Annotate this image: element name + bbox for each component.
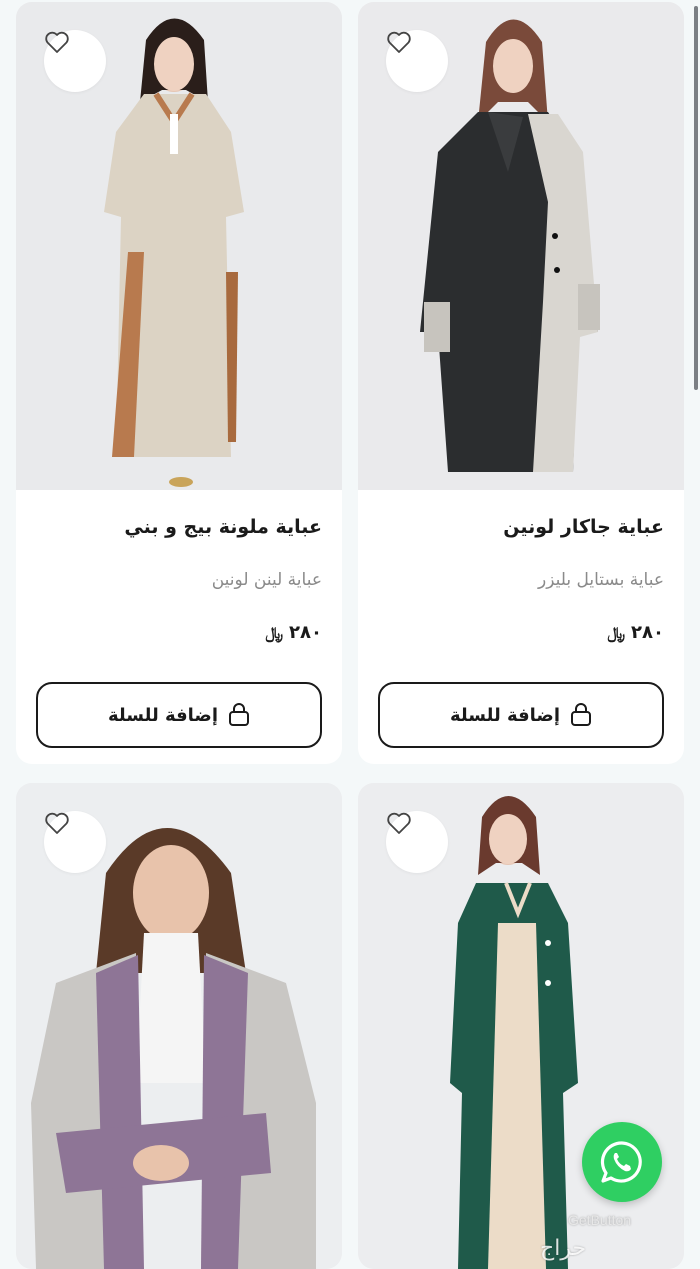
price-value: ٢٨٠ bbox=[631, 622, 664, 643]
favorite-button[interactable] bbox=[44, 30, 106, 92]
product-info: عباية جاكار لونين عباية بستايل بليزر ٢٨٠… bbox=[358, 490, 684, 764]
add-to-cart-button[interactable]: إضافة للسلة bbox=[378, 682, 664, 748]
shopping-bag-icon bbox=[571, 703, 591, 726]
shopping-bag-icon bbox=[229, 703, 249, 726]
currency-symbol: ﷼ bbox=[265, 622, 284, 642]
add-to-cart-label: إضافة للسلة bbox=[108, 704, 218, 726]
heart-outline-icon bbox=[45, 31, 69, 53]
favorite-button[interactable] bbox=[44, 811, 106, 873]
heart-outline-icon bbox=[387, 812, 411, 834]
currency-symbol: ﷼ bbox=[607, 622, 626, 642]
whatsapp-icon bbox=[600, 1141, 642, 1183]
whatsapp-chat-button[interactable] bbox=[582, 1122, 662, 1202]
product-image[interactable] bbox=[16, 783, 342, 1269]
product-price: ٢٨٠ ﷼ bbox=[607, 622, 664, 643]
product-subtitle: عباية لينن لونين bbox=[211, 570, 322, 590]
product-info: عباية ملونة بيج و بني عباية لينن لونين ٢… bbox=[16, 490, 342, 764]
add-to-cart-label: إضافة للسلة bbox=[450, 704, 560, 726]
scrollbar[interactable] bbox=[694, 6, 698, 390]
add-to-cart-button[interactable]: إضافة للسلة bbox=[36, 682, 322, 748]
price-value: ٢٨٠ bbox=[289, 622, 322, 643]
getbutton-branding[interactable]: GetButton bbox=[568, 1212, 631, 1228]
product-title[interactable]: عباية ملونة بيج و بني bbox=[124, 516, 322, 538]
product-image[interactable] bbox=[16, 2, 342, 490]
product-card[interactable]: عباية جاكار لونين عباية بستايل بليزر ٢٨٠… bbox=[358, 2, 684, 764]
watermark: حراج bbox=[540, 1236, 587, 1261]
heart-outline-icon bbox=[387, 31, 411, 53]
product-grid: عباية جاكار لونين عباية بستايل بليزر ٢٨٠… bbox=[0, 0, 700, 1269]
product-image[interactable] bbox=[358, 2, 684, 490]
favorite-button[interactable] bbox=[386, 811, 448, 873]
product-subtitle: عباية بستايل بليزر bbox=[538, 570, 664, 590]
favorite-button[interactable] bbox=[386, 30, 448, 92]
product-title[interactable]: عباية جاكار لونين bbox=[503, 516, 664, 538]
product-card[interactable] bbox=[16, 783, 342, 1269]
product-price: ٢٨٠ ﷼ bbox=[265, 622, 322, 643]
product-card[interactable]: عباية ملونة بيج و بني عباية لينن لونين ٢… bbox=[16, 2, 342, 764]
heart-outline-icon bbox=[45, 812, 69, 834]
